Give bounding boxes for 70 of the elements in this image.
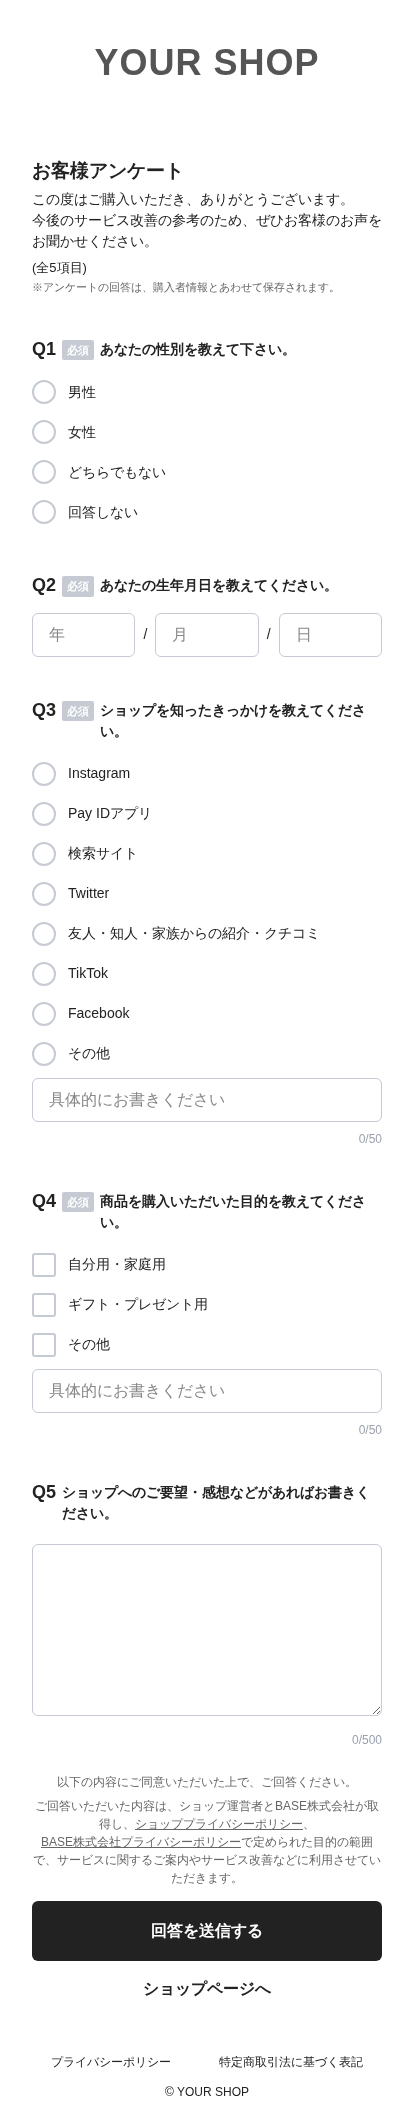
question-number: Q2 <box>32 574 56 597</box>
question-text: 商品を購入いただいた目的を教えてください。 <box>100 1191 367 1232</box>
option-label: TikTok <box>68 964 108 984</box>
date-separator: / <box>143 625 148 645</box>
option-label: 女性 <box>68 422 96 442</box>
question-number: Q1 <box>32 337 56 360</box>
radio-button[interactable] <box>32 761 56 786</box>
radio-button[interactable] <box>32 881 56 906</box>
option-label: Facebook <box>68 1004 130 1024</box>
radio-button[interactable] <box>32 420 56 445</box>
required-badge: 必須 <box>62 700 94 722</box>
text-field[interactable]: 具体的にお書きください <box>32 1077 382 1122</box>
required-badge: 必須 <box>62 339 94 361</box>
option-label: ギフト・プレゼント用 <box>68 1295 208 1315</box>
option-label: どちらでもない <box>68 462 166 482</box>
radio-button[interactable] <box>32 841 56 866</box>
option-label: 検索サイト <box>68 844 138 864</box>
character-counter: 0/50 <box>357 1421 382 1439</box>
radio-button[interactable] <box>32 921 56 946</box>
checkbox[interactable] <box>32 1292 56 1317</box>
radio-button[interactable] <box>32 961 56 986</box>
option-label: Twitter <box>68 884 110 904</box>
text-field[interactable]: 具体的にお書きください <box>32 1368 382 1413</box>
consent-lead: 以下の内容にご同意いただいた上で、ご回答ください。 <box>56 1773 358 1791</box>
date-field[interactable]: 年 <box>32 612 136 657</box>
option-label: 友人・知人・家族からの紹介・クチコミ <box>68 924 320 944</box>
option-label: 男性 <box>68 382 96 402</box>
footer-link[interactable]: 特定商取引法に基づく表記 <box>219 2052 363 2071</box>
option-label: Instagram <box>68 764 131 784</box>
question-number: Q4 <box>32 1189 56 1212</box>
question-text: ショップを知ったきっかけを教えてください。 <box>100 700 367 741</box>
footer-link[interactable]: プライバシーポリシー <box>51 2052 171 2071</box>
checkbox[interactable] <box>32 1252 56 1277</box>
date-field[interactable]: 日 <box>278 612 382 657</box>
copyright: © YOUR SHOP <box>165 2084 249 2099</box>
question-text: あなたの生年月日を教えてください。 <box>100 576 338 596</box>
question-text: ショップへのご要望・感想などがあればお書きください。 <box>62 1482 371 1523</box>
option-label: その他 <box>68 1335 110 1355</box>
radio-button[interactable] <box>32 1041 56 1066</box>
required-badge: 必須 <box>62 576 94 597</box>
survey-title: お客様アンケート <box>32 160 185 183</box>
shop-page-link[interactable]: ショップページへ <box>143 1976 271 2001</box>
radio-button[interactable] <box>32 460 56 485</box>
required-badge: 必須 <box>62 1191 94 1213</box>
policy-link[interactable]: BASE株式会社プライバシーポリシー <box>41 1834 241 1849</box>
storage-note: ※アンケートの回答は、購入者情報とあわせて保存されます。 <box>32 280 341 296</box>
question-count: (全5項目) <box>32 258 88 277</box>
consent-text: ご回答いただいた内容は、ショップ運営者とBASE株式会社が取得し、ショッププライバシーポリシー、 BASE株式会社プライバシーポリシーで定められた目的の範囲で、サービスに関するご案内やサービス改善などに利用させていただきます。 <box>32 1797 382 1887</box>
option-label: 自分用・家庭用 <box>68 1255 166 1275</box>
option-label: 回答しない <box>68 502 138 522</box>
radio-button[interactable] <box>32 500 56 525</box>
checkbox[interactable] <box>32 1332 56 1357</box>
option-label: Pay IDアプリ <box>68 804 152 824</box>
intro-text: この度はご購入いただき、ありがとうございます。 <box>32 189 355 209</box>
character-counter: 0/500 <box>350 1731 382 1749</box>
question-text: あなたの性別を教えて下さい。 <box>100 339 296 359</box>
date-separator: / <box>266 625 271 645</box>
policy-link[interactable]: ショッププライバシーポリシー <box>135 1816 303 1831</box>
date-field[interactable]: 月 <box>155 612 259 657</box>
radio-button[interactable] <box>32 1001 56 1026</box>
question-number: Q3 <box>32 698 56 721</box>
comment-box[interactable] <box>32 1543 382 1716</box>
shop-logo[interactable]: YOUR SHOP <box>94 0 320 110</box>
question-number: Q5 <box>32 1480 56 1503</box>
submit-button[interactable]: 回答を送信する <box>32 1900 382 1961</box>
option-label: その他 <box>68 1044 110 1064</box>
radio-button[interactable] <box>32 801 56 826</box>
intro-text: 今後のサービス改善の参考のため、ぜひお客様のお声をお聞かせください。 <box>32 210 382 251</box>
radio-button[interactable] <box>32 380 56 405</box>
character-counter: 0/50 <box>357 1130 382 1148</box>
